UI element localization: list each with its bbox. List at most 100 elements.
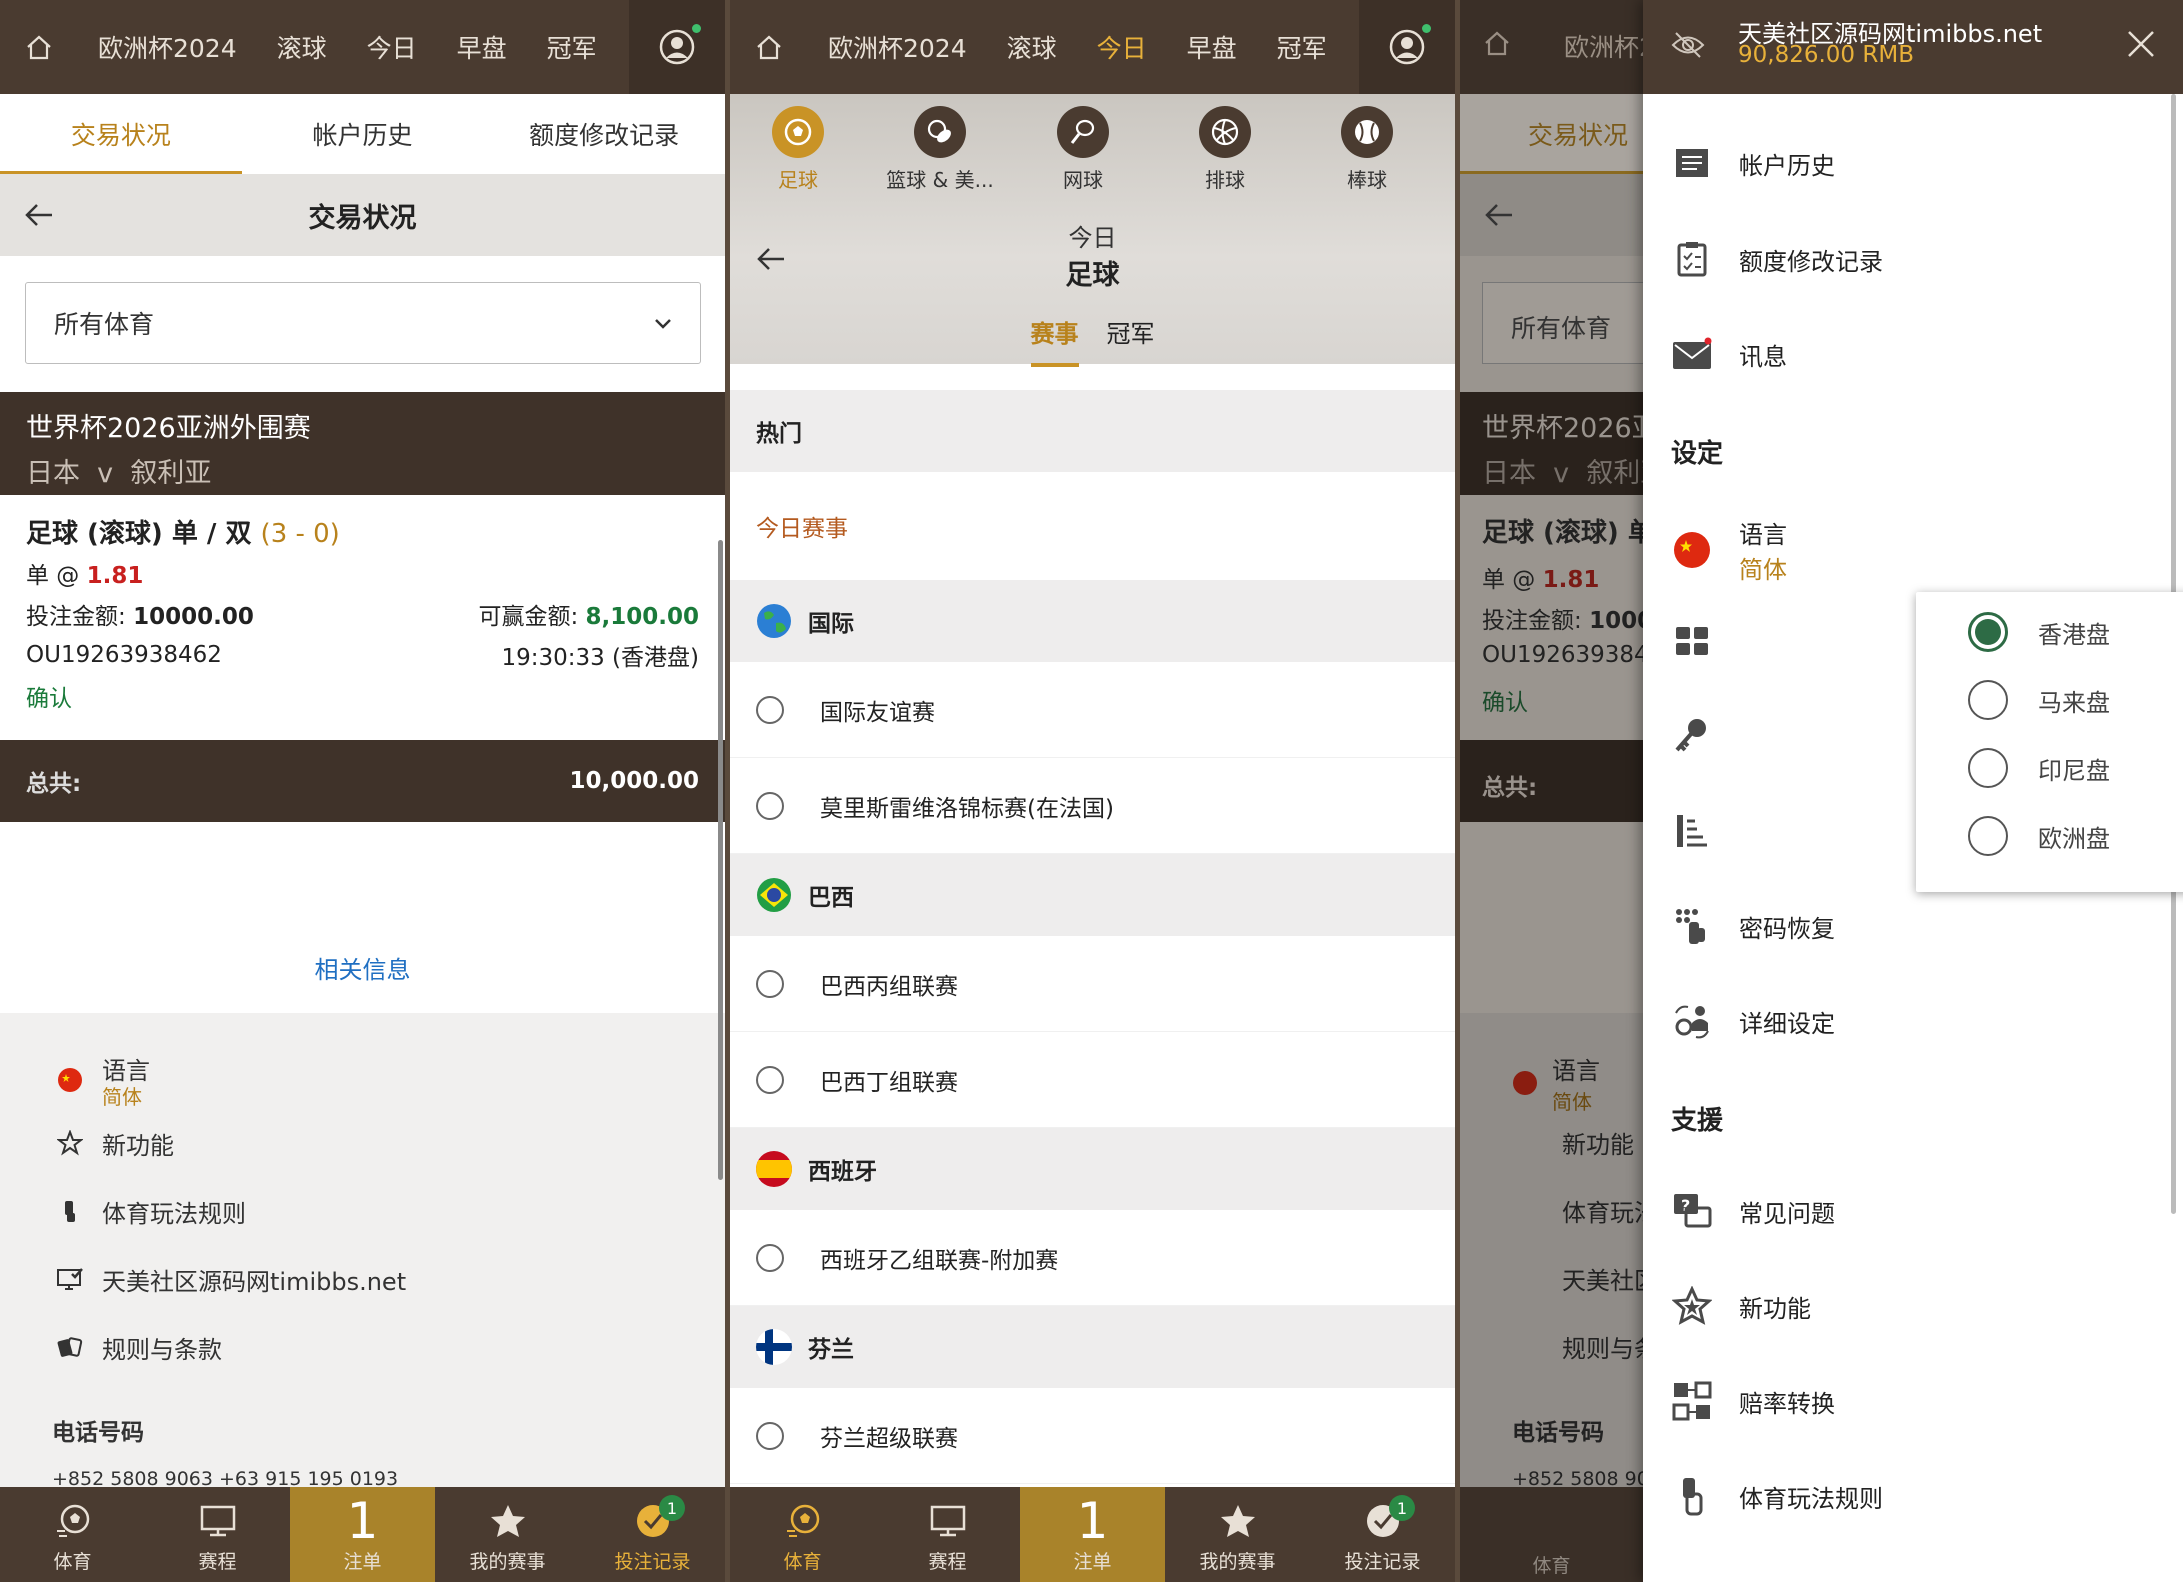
radio-selected[interactable]: [1968, 612, 2008, 652]
chevron-down-icon: [655, 319, 671, 329]
menu-key[interactable]: [1671, 715, 1739, 757]
drawer-header: 天美社区源码网timibbs.net 90,826.00 RMB: [1643, 0, 2183, 94]
sport-basketball[interactable]: 篮球 & 美...: [870, 106, 1010, 193]
new-features-item[interactable]: 新功能: [52, 1125, 174, 1161]
sport-baseball[interactable]: 棒球: [1297, 106, 1437, 193]
tab-outright[interactable]: 冠军: [1107, 314, 1155, 367]
cards-icon: [52, 1329, 88, 1365]
nav-live[interactable]: 滚球: [987, 29, 1077, 65]
menu-odds-type[interactable]: [1671, 620, 1739, 662]
home-icon[interactable]: [730, 0, 808, 94]
scrollbar[interactable]: [718, 540, 723, 1180]
menu-sport-rules[interactable]: 体育玩法规则: [1671, 1475, 1883, 1517]
language-item[interactable]: 语言 简体: [52, 1051, 150, 1108]
nav-live[interactable]: 滚球: [257, 29, 347, 65]
menu-account-history[interactable]: 帐户历史: [1671, 142, 1835, 184]
terms-item[interactable]: 规则与条款: [52, 1329, 222, 1365]
today-soccer-panel: 欧洲杯2024 滚球 今日 早盘 冠军 足球 篮球 & 美... 网球 排球 棒…: [730, 0, 1455, 1582]
trade-status-panel: 欧洲杯2024 滚球 今日 早盘 冠军 交易状况 帐户历史 额度修改记录 交易状…: [0, 0, 725, 1582]
nav-champion[interactable]: 冠军: [1257, 29, 1347, 65]
nav-euro2024[interactable]: 欧洲杯2024: [78, 29, 257, 65]
menu-odds-conversion[interactable]: 赔率转换: [1671, 1380, 1835, 1422]
bottom-nav-sports[interactable]: 体育: [0, 1487, 145, 1582]
sport-soccer[interactable]: 足球: [730, 106, 868, 193]
bottom-nav-my-events[interactable]: 我的赛事: [1165, 1487, 1310, 1582]
back-arrow-icon[interactable]: [22, 198, 56, 232]
nav-euro2024[interactable]: 欧洲杯2024: [808, 29, 987, 65]
nav-today[interactable]: 今日: [347, 29, 437, 65]
radio[interactable]: [756, 1421, 784, 1450]
dimmed-background[interactable]: 欧洲杯2 交易状况 所有体育 世界杯2026亚洲外围赛 日本 v 叙利亚 足球 …: [1460, 0, 1866, 1582]
menu-detail-settings[interactable]: 详细设定: [1671, 1000, 1835, 1042]
tab-trade-status[interactable]: 交易状况: [0, 94, 242, 174]
key-icon: [1671, 715, 1713, 757]
home-icon[interactable]: [0, 0, 78, 94]
menu-new-features[interactable]: 新功能: [1671, 1285, 1811, 1327]
bottom-nav-sports[interactable]: 体育: [730, 1487, 875, 1582]
radio[interactable]: [1968, 680, 2008, 720]
close-icon[interactable]: [2125, 28, 2157, 60]
related-info-link[interactable]: 相关信息: [0, 950, 725, 985]
account-button[interactable]: [1359, 0, 1455, 94]
odds-option-hk[interactable]: 香港盘: [1968, 612, 2110, 652]
odds-option-indo[interactable]: 印尼盘: [1968, 748, 2110, 788]
today-events-link[interactable]: 今日赛事: [730, 472, 1455, 580]
nav-champion[interactable]: 冠军: [527, 29, 617, 65]
menu-language[interactable]: 语言 简体: [1671, 515, 1787, 585]
total-label: 总共:: [26, 771, 82, 797]
radio[interactable]: [756, 1243, 784, 1272]
odds-option-malay[interactable]: 马来盘: [1968, 680, 2110, 720]
radio[interactable]: [756, 1065, 784, 1094]
radio[interactable]: [756, 695, 784, 724]
brazil-flag-icon: [756, 877, 792, 913]
bottom-nav-betslip[interactable]: 1 注单: [1020, 1487, 1165, 1582]
nav-early[interactable]: 早盘: [1167, 29, 1257, 65]
nav-today[interactable]: 今日: [1077, 29, 1167, 65]
bottom-nav-bet-history[interactable]: 投注记录 1: [1310, 1487, 1455, 1582]
tab-account-history[interactable]: 帐户历史: [242, 94, 484, 174]
league-item[interactable]: 莫里斯雷维洛锦标赛(在法国): [730, 758, 1455, 854]
bottom-nav-schedule[interactable]: 赛程: [145, 1487, 290, 1582]
bet-status: 确认: [1482, 690, 1528, 716]
bet-selection: 单 @ 1.81: [1482, 567, 1600, 593]
radio[interactable]: [756, 791, 784, 820]
menu-password-recovery[interactable]: 密码恢复: [1671, 905, 1835, 947]
spain-flag-icon: [756, 1151, 792, 1187]
bottom-nav-bet-history[interactable]: 投注记录 1: [580, 1487, 725, 1582]
bottom-nav-betslip[interactable]: 1 注单: [290, 1487, 435, 1582]
radio[interactable]: [1968, 748, 2008, 788]
eye-off-icon[interactable]: [1671, 30, 1705, 60]
sport-filter-select[interactable]: 所有体育: [25, 282, 701, 364]
radio[interactable]: [1968, 816, 2008, 856]
site-link-item[interactable]: 天美社区源码网timibbs.net: [52, 1261, 406, 1297]
league-item[interactable]: 巴西丁组联赛: [730, 1032, 1455, 1128]
tab-limit-history[interactable]: 额度修改记录: [483, 94, 725, 174]
account-button[interactable]: [629, 0, 725, 94]
sport-rules-item[interactable]: 体育玩法规则: [52, 1193, 246, 1229]
country-international[interactable]: 国际: [730, 580, 1455, 662]
footer-menu: 语言 简体 新功能 体育玩法规则 天美社区源码网timibbs.net 规则与条款…: [0, 1013, 725, 1513]
odds-option-euro[interactable]: 欧洲盘: [1968, 816, 2110, 856]
stake: 投注金额: 10000.00: [26, 603, 254, 630]
league-item[interactable]: 西班牙乙组联赛-附加赛: [730, 1210, 1455, 1306]
menu-rules-list[interactable]: [1671, 810, 1739, 852]
country-brazil[interactable]: 巴西: [730, 854, 1455, 936]
bottom-nav-my-events[interactable]: 我的赛事: [435, 1487, 580, 1582]
bottom-nav-schedule[interactable]: 赛程: [875, 1487, 1020, 1582]
menu-messages[interactable]: 讯息: [1671, 333, 1787, 375]
sport-tennis[interactable]: 网球: [1013, 106, 1153, 193]
radio[interactable]: [756, 969, 784, 998]
soccer-ball-icon: [783, 1495, 823, 1547]
tab-events[interactable]: 赛事: [1030, 314, 1079, 367]
country-spain[interactable]: 西班牙: [730, 1128, 1455, 1210]
menu-limit-history[interactable]: 额度修改记录: [1671, 238, 1883, 280]
country-finland[interactable]: 芬兰: [730, 1306, 1455, 1388]
league-item[interactable]: 国际友谊赛: [730, 662, 1455, 758]
league-item[interactable]: 芬兰超级联赛: [730, 1388, 1455, 1484]
keypad-hand-icon: [1671, 905, 1713, 947]
menu-faq[interactable]: ? 常见问题: [1671, 1190, 1835, 1232]
nav-early[interactable]: 早盘: [437, 29, 527, 65]
china-flag-icon: [1513, 1071, 1537, 1095]
league-item[interactable]: 巴西丙组联赛: [730, 936, 1455, 1032]
sport-volleyball[interactable]: 排球: [1155, 106, 1295, 193]
